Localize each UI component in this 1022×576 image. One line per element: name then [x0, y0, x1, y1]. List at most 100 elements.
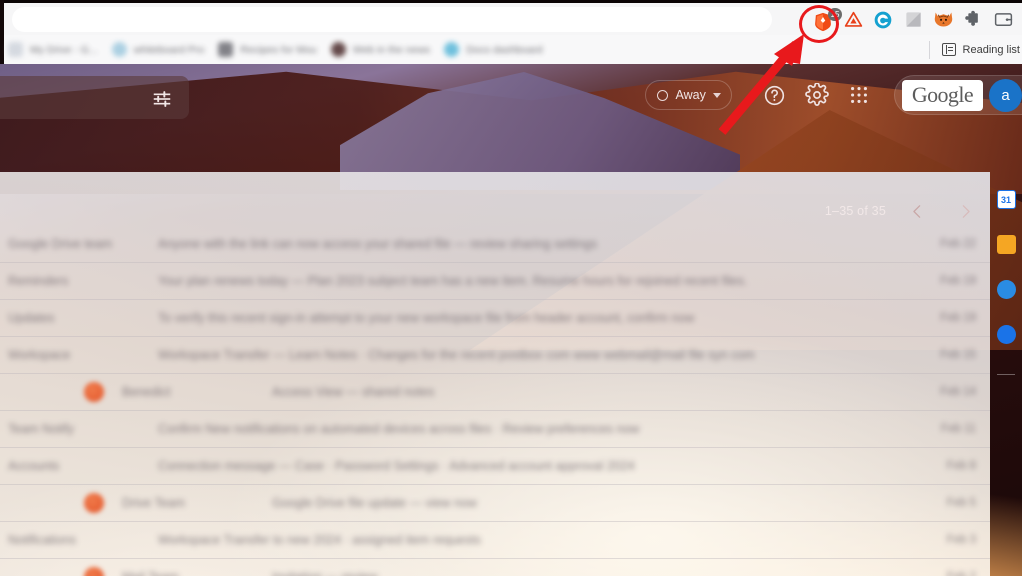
table-row[interactable]: Reminders Your plan renews today — Plan 2…	[0, 263, 990, 300]
extensions-puzzle-icon[interactable]	[963, 10, 983, 35]
warning-triangle-extension-button[interactable]	[838, 7, 868, 37]
chevron-down-icon[interactable]	[712, 92, 721, 98]
settings-gear-icon[interactable]	[796, 74, 838, 116]
row-subject: Workspace Transfer — Learn Notes · Chang…	[158, 348, 755, 362]
row-date: Feb 22	[940, 238, 976, 250]
brave-shields-button[interactable]: 15	[799, 5, 842, 43]
bookmark-item[interactable]: whiteboard Pro	[111, 42, 205, 57]
status-away-button[interactable]: Away	[645, 80, 732, 110]
row-sender: Mail Team	[122, 570, 272, 576]
warning-triangle-icon[interactable]	[843, 9, 864, 35]
bookmark-favicon	[218, 42, 234, 57]
address-bar[interactable]	[12, 7, 772, 32]
row-subject: Google Drive file update — view now	[272, 496, 477, 510]
bookmark-item[interactable]: Recipes for Mou	[218, 42, 317, 57]
fox-extension-icon[interactable]	[933, 9, 954, 35]
gmail-header: Away Google a	[0, 64, 1022, 126]
row-subject: To verify this recent sign-in attempt to…	[158, 311, 695, 325]
row-sender: Workspace	[8, 348, 71, 362]
row-sender: Notifications	[8, 533, 77, 547]
bookmark-item[interactable]: Docs dashboard	[444, 42, 543, 57]
table-row[interactable]: Workspace Workspace Transfer — Learn Note…	[0, 337, 990, 374]
bookmark-label: My Drive - G...	[30, 43, 98, 56]
table-row[interactable]: Drive Team Google Drive file update — vie…	[0, 485, 990, 522]
row-sender: Reminders	[8, 274, 69, 288]
omnibox-row: 15	[4, 3, 1022, 43]
grammarly-extension-button[interactable]	[868, 7, 898, 37]
bookmark-favicon	[8, 42, 23, 57]
google-tasks-icon[interactable]	[996, 280, 1016, 299]
bookmark-label: Web in the news	[352, 43, 431, 56]
pagination: 1–35 of 35	[825, 194, 982, 228]
status-circle-icon	[657, 89, 669, 101]
row-subject: Confirm New notifications on automated d…	[158, 422, 640, 436]
row-subject: Anyone with the link can now access your…	[158, 237, 598, 251]
bookmark-label: Docs dashboard	[466, 43, 543, 56]
row-date: Feb 3	[946, 534, 976, 546]
side-app-rail[interactable]: 31	[990, 172, 1022, 576]
row-date: Feb 19	[940, 275, 976, 287]
search-options-icon[interactable]	[151, 88, 173, 115]
row-date: Feb 5	[946, 497, 976, 509]
row-avatar[interactable]	[84, 567, 104, 576]
mail-list[interactable]: Google Drive team Anyone with the link ca…	[0, 172, 990, 576]
gmail-header-right: Away Google a	[645, 64, 1022, 126]
row-date: Feb 19	[940, 312, 976, 324]
google-logo: Google	[901, 79, 983, 111]
row-date: Feb 14	[940, 386, 976, 398]
row-sender: Drive Team	[122, 496, 185, 510]
bookmark-favicon	[444, 42, 460, 57]
apps-grid-icon[interactable]	[838, 74, 880, 116]
google-calendar-icon[interactable]: 31	[996, 190, 1016, 209]
bookmark-label: Recipes for Mou	[240, 43, 317, 56]
chevron-right-icon[interactable]	[948, 194, 982, 228]
grammarly-icon[interactable]	[873, 10, 893, 35]
table-row[interactable]: Notifications Workspace Transfer to new 2…	[0, 522, 990, 559]
row-subject: Workspace Transfer to new 2024 · assigne…	[158, 533, 481, 547]
notes-extension-button[interactable]	[898, 7, 928, 37]
table-row[interactable]: Team Notify Confirm New notifications on …	[0, 411, 990, 448]
page-range-label: 1–35 of 35	[824, 204, 886, 218]
row-sender: Team Notify	[8, 422, 74, 436]
row-avatar[interactable]	[84, 382, 104, 402]
extensions-puzzle-button[interactable]	[958, 7, 988, 37]
google-keep-icon[interactable]	[996, 235, 1016, 254]
wallet-extension-button[interactable]	[988, 7, 1018, 37]
row-date: Feb 8	[946, 460, 976, 472]
chevron-left-icon[interactable]	[900, 194, 934, 228]
bookmarks-bar[interactable]: My Drive - G... whiteboard Pro Recipes f…	[4, 35, 1022, 64]
row-date: Feb 11	[941, 423, 976, 435]
reading-list-icon	[941, 43, 956, 56]
bookmark-item[interactable]: My Drive - G...	[8, 42, 98, 57]
table-row[interactable]: Accounts Connection message — Case · Pass…	[0, 448, 990, 485]
row-date: Feb 2	[912, 571, 990, 576]
notes-extension-icon[interactable]	[904, 10, 923, 34]
row-sender: Updates	[8, 311, 55, 325]
rail-divider	[997, 374, 1015, 375]
browser-chrome: 15 My Drive - G... whiteboard Pro Recipe…	[0, 0, 1022, 64]
extension-toolbar: 15	[799, 5, 1018, 43]
wallet-extension-icon[interactable]	[993, 9, 1014, 35]
avatar[interactable]: a	[989, 78, 1022, 112]
reading-list-button[interactable]: Reading list	[928, 40, 1020, 59]
bookmark-favicon	[111, 42, 127, 57]
bookmark-label: whiteboard Pro	[133, 43, 205, 56]
help-icon[interactable]	[754, 74, 796, 116]
table-row[interactable]: Mail TeamInvitation — reviewFeb 2	[0, 559, 990, 576]
search-mail-input[interactable]	[0, 76, 189, 119]
row-subject: Access View — shared notes	[272, 385, 435, 399]
table-row[interactable]: Benedict Access View — shared notes Feb 14	[0, 374, 990, 411]
table-row[interactable]: Updates To verify this recent sign-in att…	[0, 300, 990, 337]
row-subject: Connection message — Case · Password Set…	[158, 459, 635, 473]
row-avatar[interactable]	[84, 493, 104, 513]
table-row[interactable]: Google Drive team Anyone with the link ca…	[0, 226, 990, 263]
row-subject: Invitation — review	[272, 570, 912, 576]
row-sender: Benedict	[122, 385, 171, 399]
row-sender: Google Drive team	[8, 237, 113, 251]
google-account-chip[interactable]: Google a	[893, 75, 1022, 115]
fox-extension-button[interactable]	[928, 7, 958, 37]
gmail-app: Away Google a 1–35 of 35 Google Drive te…	[0, 64, 1022, 576]
google-contacts-icon[interactable]	[996, 325, 1016, 344]
brave-shields-icon[interactable]: 15	[812, 8, 842, 33]
bookmark-item[interactable]: Web in the news	[330, 42, 431, 57]
